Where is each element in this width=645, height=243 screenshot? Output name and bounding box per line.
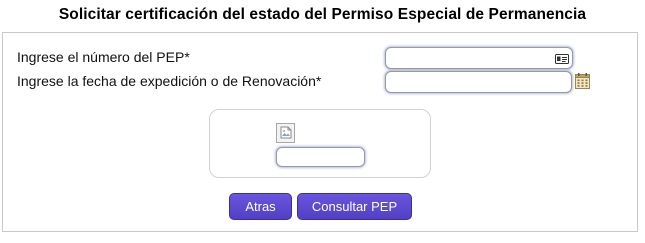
issue-date-label: Ingrese la fecha de expedición o de Reno… bbox=[17, 73, 322, 89]
id-card-icon bbox=[555, 54, 569, 64]
captcha-container bbox=[209, 109, 431, 178]
page: Solicitar certificación del estado del P… bbox=[0, 0, 645, 243]
pep-number-input[interactable] bbox=[385, 47, 573, 69]
broken-image-icon bbox=[276, 123, 295, 143]
pep-number-label: Ingrese el número del PEP* bbox=[17, 49, 190, 65]
captcha-input[interactable] bbox=[276, 147, 365, 167]
back-button[interactable]: Atras bbox=[229, 193, 292, 220]
issue-date-input[interactable] bbox=[385, 71, 572, 93]
calendar-icon[interactable] bbox=[575, 73, 590, 89]
page-title: Solicitar certificación del estado del P… bbox=[58, 6, 587, 23]
consult-pep-button[interactable]: Consultar PEP bbox=[297, 193, 412, 220]
